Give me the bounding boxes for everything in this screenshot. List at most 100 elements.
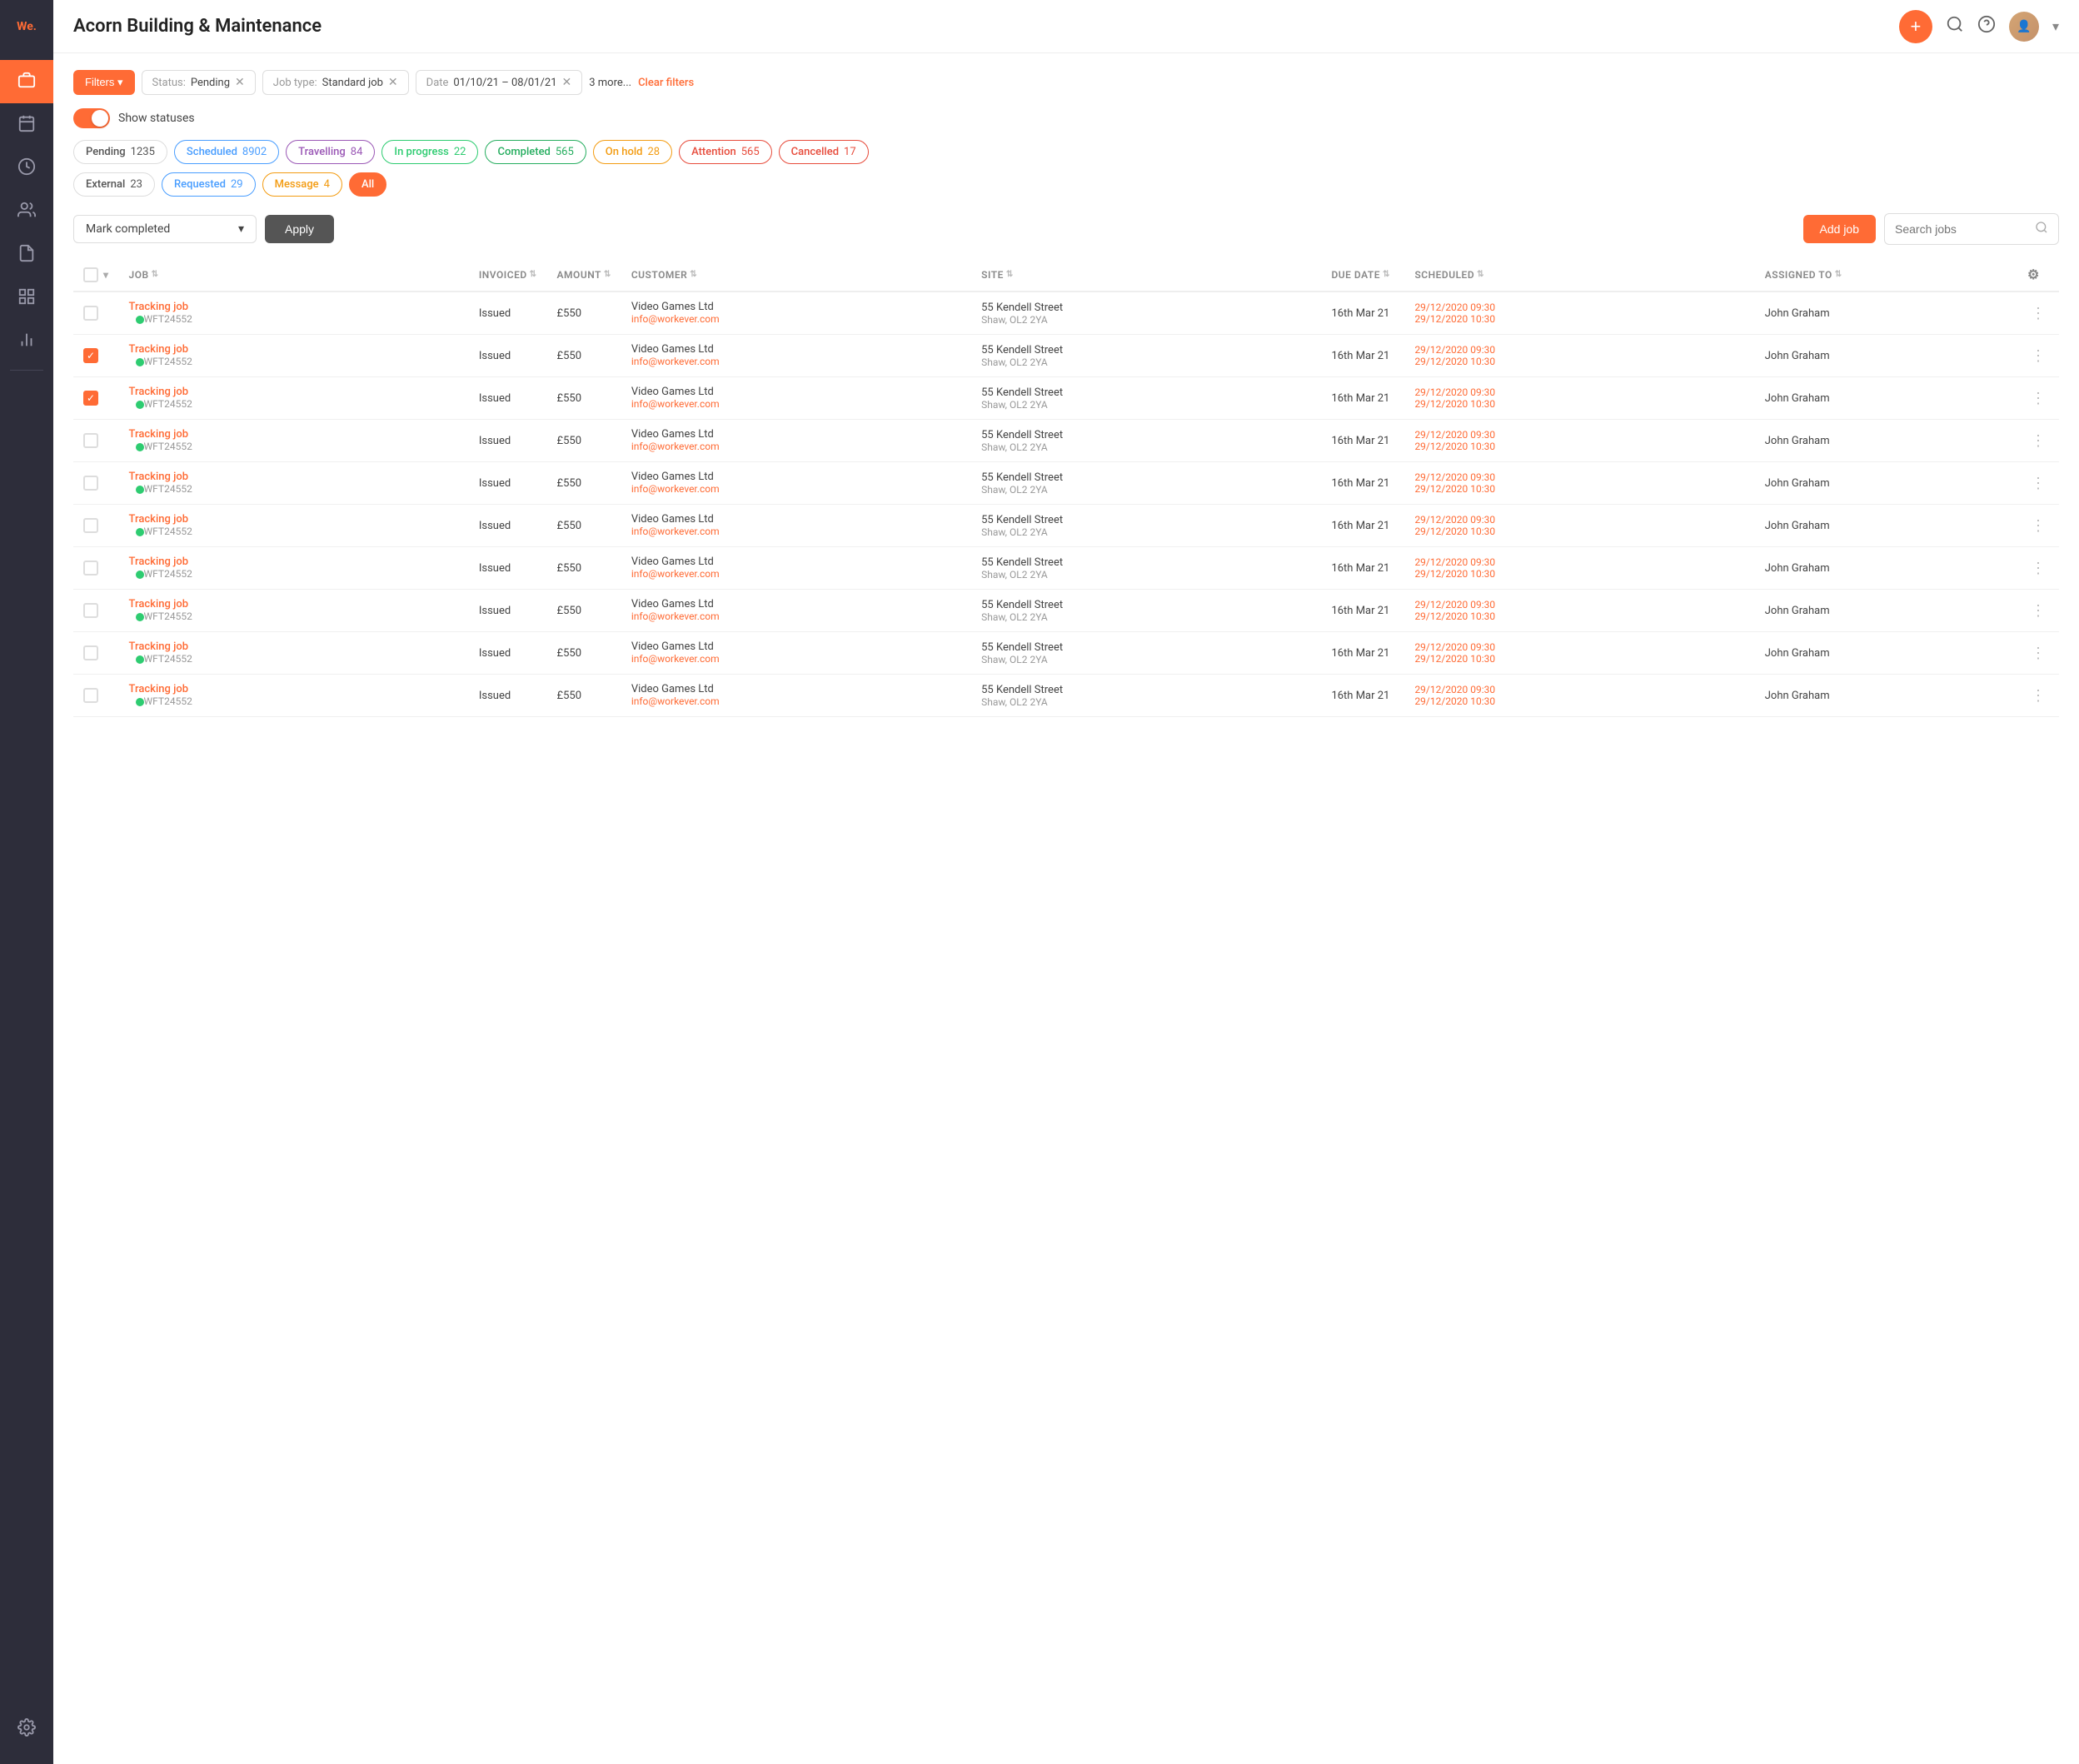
- column-settings-icon[interactable]: ⚙: [2027, 267, 2040, 282]
- job-link-7[interactable]: Tracking job: [129, 556, 459, 568]
- chip-all[interactable]: All: [349, 172, 386, 197]
- job-link-3[interactable]: Tracking job: [129, 386, 459, 398]
- sidebar-item-chart[interactable]: [0, 320, 53, 363]
- chip-message-label: Message: [275, 178, 319, 191]
- search-icon[interactable]: [1946, 15, 1964, 37]
- col-customer-header[interactable]: CUSTOMER ⇅: [631, 269, 697, 281]
- invoiced-5: Issued: [479, 477, 511, 490]
- customer-email-8[interactable]: info@workever.com: [631, 610, 720, 622]
- logo-text: We.: [17, 20, 37, 33]
- status-chips: Pending 1235 Scheduled 8902 Travelling 8…: [73, 140, 2059, 164]
- avatar-chevron[interactable]: ▾: [2052, 18, 2059, 34]
- row-actions-1[interactable]: ⋮: [2027, 301, 2049, 326]
- job-link-5[interactable]: Tracking job: [129, 471, 459, 483]
- status-filter-chip[interactable]: Status: Pending ✕: [142, 70, 256, 95]
- add-job-button[interactable]: Add job: [1803, 215, 1876, 243]
- bulk-action-select[interactable]: Mark completed ▾: [73, 215, 257, 243]
- status-filter-close[interactable]: ✕: [235, 76, 245, 89]
- customer-email-6[interactable]: info@workever.com: [631, 526, 720, 537]
- row-checkbox-10[interactable]: [83, 688, 98, 703]
- apply-button[interactable]: Apply: [265, 215, 334, 243]
- clear-filters[interactable]: Clear filters: [638, 77, 694, 89]
- add-button[interactable]: +: [1899, 10, 1932, 43]
- row-actions-7[interactable]: ⋮: [2027, 556, 2049, 581]
- assigned-to-9: John Graham: [1765, 647, 1830, 660]
- customer-email-3[interactable]: info@workever.com: [631, 398, 720, 410]
- row-checkbox-1[interactable]: [83, 306, 98, 321]
- col-invoiced-header[interactable]: INVOICED ⇅: [479, 269, 537, 281]
- row-actions-9[interactable]: ⋮: [2027, 641, 2049, 665]
- customer-email-4[interactable]: info@workever.com: [631, 441, 720, 452]
- chip-message-count: 4: [324, 178, 330, 191]
- job-link-8[interactable]: Tracking job: [129, 598, 459, 610]
- sidebar-item-documents[interactable]: [0, 233, 53, 277]
- col-job-header[interactable]: JOB ⇅: [129, 269, 159, 281]
- customer-email-1[interactable]: info@workever.com: [631, 313, 720, 325]
- job-link-4[interactable]: Tracking job: [129, 428, 459, 441]
- col-due-header[interactable]: DUE DATE ⇅: [1331, 269, 1389, 281]
- sidebar-item-settings[interactable]: [0, 1707, 53, 1751]
- chip-attention[interactable]: Attention 565: [679, 140, 772, 164]
- customer-email-5[interactable]: info@workever.com: [631, 483, 720, 495]
- sidebar-item-jobs[interactable]: [0, 60, 53, 103]
- due-date-3: 16th Mar 21: [1331, 392, 1389, 405]
- filters-button[interactable]: Filters ▾: [73, 70, 135, 95]
- assigned-to-7: John Graham: [1765, 562, 1830, 575]
- jobtype-filter-chip[interactable]: Job type: Standard job ✕: [262, 70, 409, 95]
- customer-email-2[interactable]: info@workever.com: [631, 356, 720, 367]
- sidebar-item-clock[interactable]: [0, 147, 53, 190]
- customer-email-10[interactable]: info@workever.com: [631, 695, 720, 707]
- job-link-2[interactable]: Tracking job: [129, 343, 459, 356]
- chip-message[interactable]: Message 4: [262, 172, 342, 197]
- help-icon[interactable]: [1977, 15, 1996, 37]
- row-actions-2[interactable]: ⋮: [2027, 344, 2049, 368]
- row-checkbox-2[interactable]: [83, 348, 98, 363]
- row-checkbox-5[interactable]: [83, 476, 98, 491]
- job-link-6[interactable]: Tracking job: [129, 513, 459, 526]
- customer-email-7[interactable]: info@workever.com: [631, 568, 720, 580]
- row-actions-5[interactable]: ⋮: [2027, 471, 2049, 496]
- job-link-10[interactable]: Tracking job: [129, 683, 459, 695]
- chip-inprogress[interactable]: In progress 22: [381, 140, 478, 164]
- row-actions-3[interactable]: ⋮: [2027, 386, 2049, 411]
- row-actions-6[interactable]: ⋮: [2027, 514, 2049, 538]
- select-all-checkbox[interactable]: [83, 267, 98, 282]
- row-checkbox-3[interactable]: [83, 391, 98, 406]
- col-scheduled-header[interactable]: SCHEDULED ⇅: [1414, 269, 1484, 281]
- jobtype-filter-close[interactable]: ✕: [388, 76, 398, 89]
- chip-onhold[interactable]: On hold 28: [593, 140, 672, 164]
- date-filter-close[interactable]: ✕: [562, 76, 572, 89]
- avatar[interactable]: 👤: [2009, 12, 2039, 42]
- job-link-9[interactable]: Tracking job: [129, 640, 459, 653]
- logo: We.: [0, 0, 53, 53]
- site-address-9: 55 Kendell Street: [981, 641, 1311, 654]
- row-actions-4[interactable]: ⋮: [2027, 429, 2049, 453]
- col-site-header[interactable]: SITE ⇅: [981, 269, 1014, 281]
- show-statuses-toggle[interactable]: [73, 108, 110, 128]
- chip-requested[interactable]: Requested 29: [162, 172, 256, 197]
- chip-completed[interactable]: Completed 565: [485, 140, 586, 164]
- sidebar-item-people[interactable]: [0, 190, 53, 233]
- chip-cancelled[interactable]: Cancelled 17: [779, 140, 869, 164]
- row-checkbox-8[interactable]: [83, 603, 98, 618]
- sidebar-item-calendar[interactable]: [0, 103, 53, 147]
- job-link-1[interactable]: Tracking job: [129, 301, 459, 313]
- customer-email-9[interactable]: info@workever.com: [631, 653, 720, 665]
- row-checkbox-9[interactable]: [83, 645, 98, 660]
- header-sort-chevron[interactable]: ▾: [103, 269, 109, 281]
- row-actions-10[interactable]: ⋮: [2027, 684, 2049, 708]
- date-filter-chip[interactable]: Date 01/10/21 – 08/01/21 ✕: [416, 70, 583, 95]
- chip-travelling[interactable]: Travelling 84: [286, 140, 375, 164]
- row-checkbox-4[interactable]: [83, 433, 98, 448]
- filter-more[interactable]: 3 more...: [589, 77, 631, 89]
- sidebar-item-grid[interactable]: [0, 277, 53, 320]
- chip-scheduled[interactable]: Scheduled 8902: [174, 140, 279, 164]
- chip-pending[interactable]: Pending 1235: [73, 140, 167, 164]
- row-checkbox-6[interactable]: [83, 518, 98, 533]
- chip-external[interactable]: External 23: [73, 172, 155, 197]
- col-assigned-header[interactable]: ASSIGNED TO ⇅: [1765, 269, 1842, 281]
- col-amount-header[interactable]: AMOUNT ⇅: [557, 269, 611, 281]
- row-actions-8[interactable]: ⋮: [2027, 599, 2049, 623]
- row-checkbox-7[interactable]: [83, 561, 98, 576]
- search-input[interactable]: [1895, 222, 2028, 236]
